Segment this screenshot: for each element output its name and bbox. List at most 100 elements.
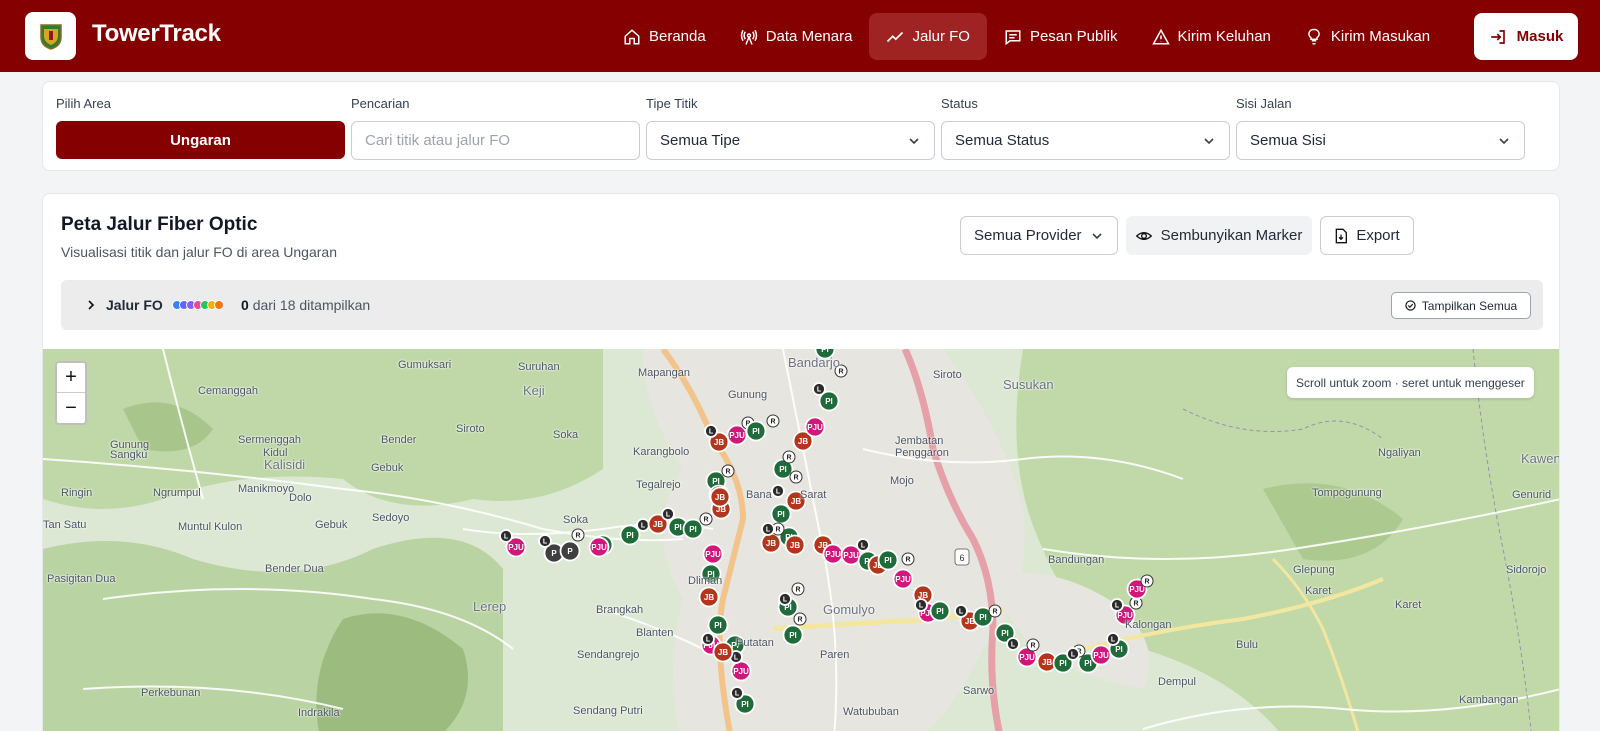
map-marker-l[interactable]: L bbox=[499, 529, 513, 543]
map-marker-l[interactable]: L bbox=[856, 538, 870, 552]
provider-select[interactable]: Semua Provider bbox=[960, 216, 1118, 255]
route-legend-bar[interactable]: Jalur FO 0 dari 18 ditampilkan Tampilkan… bbox=[61, 280, 1543, 330]
map-marker-pi[interactable]: PI bbox=[619, 524, 641, 546]
map-marker-pi[interactable]: PI bbox=[782, 624, 804, 646]
area-button[interactable]: Ungaran bbox=[56, 121, 345, 159]
map-marker-label: PI bbox=[741, 700, 749, 709]
message-icon bbox=[1005, 29, 1021, 45]
map-marker-l[interactable]: L bbox=[701, 632, 715, 646]
search-input[interactable] bbox=[365, 132, 626, 149]
map-marker-l[interactable]: L bbox=[914, 598, 928, 612]
map-marker-r[interactable]: R bbox=[782, 450, 796, 464]
legend-shown: 0 bbox=[241, 297, 249, 313]
map-marker-r[interactable]: R bbox=[901, 552, 915, 566]
map-marker-jb[interactable]: JB bbox=[709, 486, 731, 508]
map-marker-l[interactable]: L bbox=[1106, 632, 1120, 646]
map-marker-r[interactable]: R bbox=[1026, 638, 1040, 652]
chevron-right-icon[interactable] bbox=[85, 298, 97, 312]
app-logo[interactable] bbox=[25, 12, 76, 60]
map-marker-label: L bbox=[641, 523, 646, 530]
map-marker-pju[interactable]: PJU bbox=[726, 424, 748, 446]
map-marker-l[interactable]: L bbox=[1110, 598, 1124, 612]
login-button[interactable]: Masuk bbox=[1474, 13, 1578, 60]
map-marker-pju[interactable]: PJU bbox=[892, 568, 914, 590]
map-marker-label: PJU bbox=[807, 423, 823, 432]
status-select[interactable]: Semua Status bbox=[941, 121, 1230, 160]
map-marker-jb[interactable]: JB bbox=[712, 641, 734, 663]
map-marker-label: PJU bbox=[1093, 651, 1109, 660]
map-view[interactable]: 6 PJULPLPIRPJUPPILJBPIPIRLPJUPIJBPIPJULP… bbox=[43, 349, 1559, 731]
map-marker-r[interactable]: R bbox=[699, 512, 713, 526]
map-marker-pju[interactable]: PJU bbox=[730, 660, 752, 682]
map-marker-label: JB bbox=[1042, 658, 1052, 667]
nav-data-menara[interactable]: Data Menara bbox=[723, 13, 870, 60]
map-marker-r[interactable]: R bbox=[1140, 574, 1154, 588]
map-marker-pju[interactable]: PJU bbox=[804, 416, 826, 438]
map-marker-l[interactable]: L bbox=[771, 484, 785, 498]
nav-jalur-fo[interactable]: Jalur FO bbox=[869, 13, 987, 60]
map-marker-label: PI bbox=[825, 397, 833, 406]
map-marker-r[interactable]: R bbox=[571, 528, 585, 542]
map-marker-label: PJU bbox=[508, 543, 524, 552]
map-marker-label: PJU bbox=[733, 667, 749, 676]
nav-pesan-publik[interactable]: Pesan Publik bbox=[987, 13, 1135, 60]
map-marker-label: L bbox=[919, 603, 924, 610]
export-button[interactable]: Export bbox=[1320, 216, 1414, 255]
map-marker-pju[interactable]: PJU bbox=[1090, 644, 1112, 666]
map-marker-label: L bbox=[783, 597, 788, 604]
map-marker-r[interactable]: R bbox=[721, 464, 735, 478]
map-card: Peta Jalur Fiber Optic Visualisasi titik… bbox=[42, 193, 1560, 731]
map-marker-label: R bbox=[770, 419, 775, 426]
map-marker-r[interactable]: R bbox=[988, 604, 1002, 618]
map-marker-label: L bbox=[817, 387, 822, 394]
search-field[interactable] bbox=[351, 121, 640, 160]
map-marker-r[interactable]: R bbox=[791, 582, 805, 596]
map-marker-pju[interactable]: PJU bbox=[822, 543, 844, 565]
map-marker-label: L bbox=[666, 512, 671, 519]
map-marker-l[interactable]: L bbox=[1066, 647, 1080, 661]
emblem-icon bbox=[39, 24, 62, 50]
map-marker-l[interactable]: L bbox=[661, 507, 675, 521]
map-marker-pi[interactable]: PI bbox=[929, 600, 951, 622]
map-marker-label: PI bbox=[1115, 645, 1123, 654]
nav-kirim-masukan[interactable]: Kirim Masukan bbox=[1288, 13, 1447, 60]
map-marker-pi[interactable]: PI bbox=[682, 518, 704, 540]
map-marker-label: R bbox=[786, 455, 791, 462]
map-marker-l[interactable]: L bbox=[954, 604, 968, 618]
map-marker-jb[interactable]: JB bbox=[760, 532, 782, 554]
map-marker-r[interactable]: R bbox=[789, 470, 803, 484]
map-marker-label: L bbox=[1115, 603, 1120, 610]
map-marker-pi[interactable]: PI bbox=[707, 614, 729, 636]
map-marker-l[interactable]: L bbox=[704, 424, 718, 438]
map-marker-l[interactable]: L bbox=[778, 592, 792, 606]
type-select[interactable]: Semua Tipe bbox=[646, 121, 935, 160]
map-hint: Scroll untuk zoom · seret untuk menggese… bbox=[1287, 367, 1534, 398]
map-marker-jb[interactable]: JB bbox=[784, 534, 806, 556]
nav-beranda[interactable]: Beranda bbox=[606, 13, 723, 60]
map-marker-label: L bbox=[709, 429, 714, 436]
map-marker-pi[interactable]: PI bbox=[877, 549, 899, 571]
map-marker-label: JB bbox=[718, 648, 728, 657]
side-select[interactable]: Semua Sisi bbox=[1236, 121, 1525, 160]
map-marker-pi[interactable]: PI bbox=[745, 420, 767, 442]
map-marker-l[interactable]: L bbox=[1006, 637, 1020, 651]
map-marker-pju[interactable]: PJU bbox=[588, 536, 610, 558]
map-marker-l[interactable]: L bbox=[761, 522, 775, 536]
map-marker-l[interactable]: L bbox=[636, 518, 650, 532]
map-marker-l[interactable]: L bbox=[538, 534, 552, 548]
map-marker-pi[interactable]: PI bbox=[770, 503, 792, 525]
map-marker-r[interactable]: R bbox=[793, 612, 807, 626]
map-marker-label: PI bbox=[1059, 659, 1067, 668]
show-all-button[interactable]: Tampilkan Semua bbox=[1391, 292, 1531, 319]
nav-kirim-keluhan[interactable]: Kirim Keluhan bbox=[1135, 13, 1288, 60]
map-marker-jb[interactable]: JB bbox=[698, 586, 720, 608]
map-marker-label: JB bbox=[798, 437, 808, 446]
map-marker-l[interactable]: L bbox=[812, 382, 826, 396]
map-marker-p[interactable]: P bbox=[559, 540, 581, 562]
zoom-out-button[interactable]: − bbox=[57, 393, 85, 423]
zoom-in-button[interactable]: + bbox=[57, 363, 85, 393]
hide-markers-button[interactable]: Sembunyikan Marker bbox=[1126, 216, 1312, 255]
map-marker-l[interactable]: L bbox=[730, 686, 744, 700]
map-marker-r[interactable]: R bbox=[766, 414, 780, 428]
map-marker-pju[interactable]: PJU bbox=[702, 543, 724, 565]
